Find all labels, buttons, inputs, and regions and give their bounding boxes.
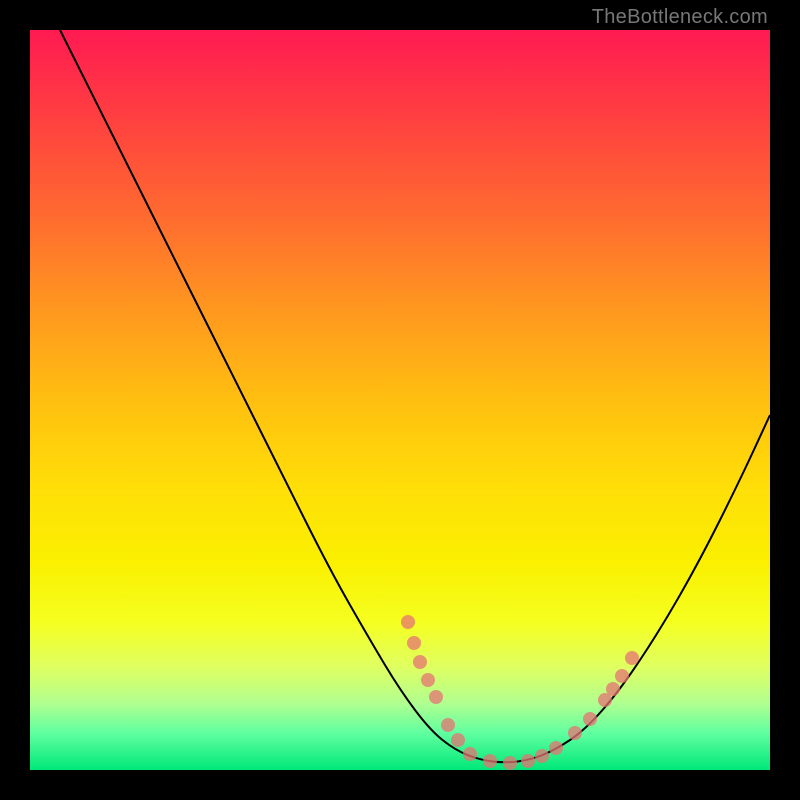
data-point-dot (521, 754, 535, 768)
data-point-dot (583, 712, 597, 726)
data-point-dot (606, 682, 620, 696)
data-point-dot (413, 655, 427, 669)
data-point-dot (421, 673, 435, 687)
data-point-dot (407, 636, 421, 650)
bottleneck-curve (30, 30, 770, 770)
data-point-dot (463, 747, 477, 761)
data-point-dot (615, 669, 629, 683)
data-point-dot (568, 726, 582, 740)
watermark: TheBottleneck.com (592, 6, 768, 29)
data-point-dot (483, 754, 497, 768)
data-point-dot (451, 733, 465, 747)
data-point-dot (503, 756, 517, 770)
data-point-dot (549, 741, 563, 755)
data-point-dot (429, 690, 443, 704)
data-point-dot (625, 651, 639, 665)
data-point-dot (401, 615, 415, 629)
data-point-dot (535, 749, 549, 763)
data-point-dot (441, 718, 455, 732)
